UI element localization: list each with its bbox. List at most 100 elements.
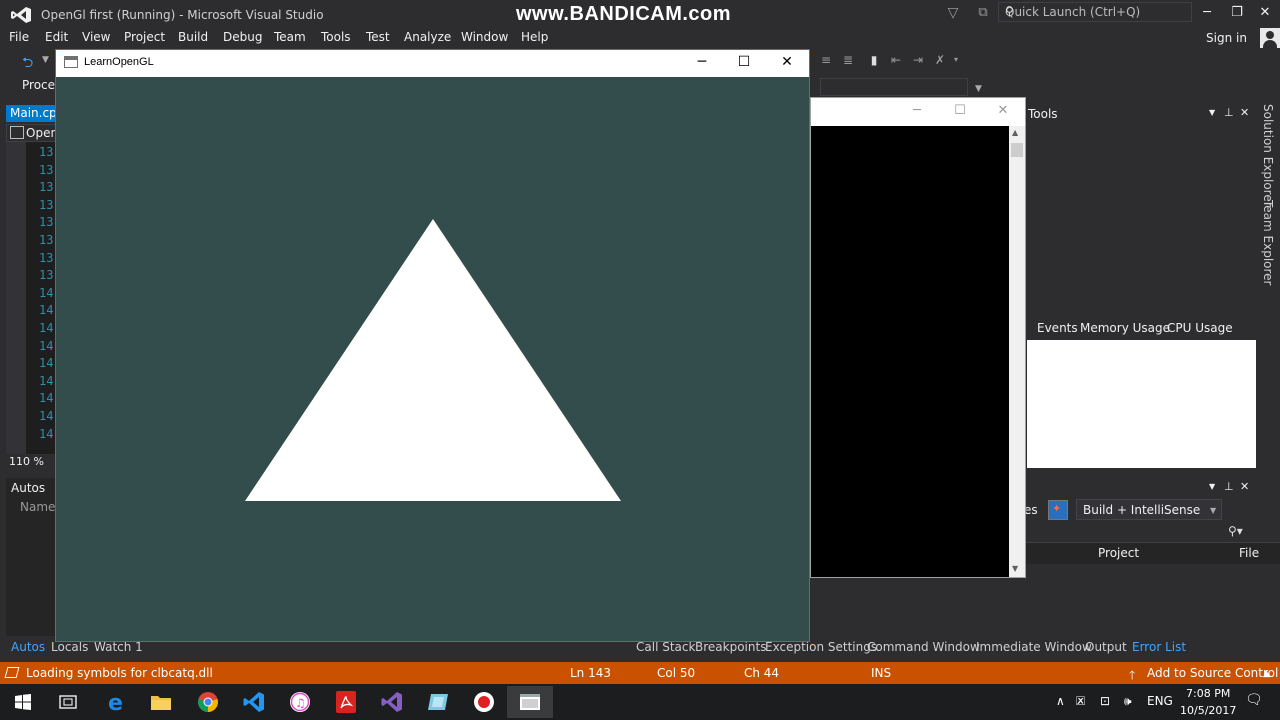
zoom-level[interactable]: 110 % [9, 455, 44, 468]
line-number: 13 [39, 197, 54, 212]
feedback-icon[interactable]: ⧉ [974, 4, 992, 22]
console-minimize-button[interactable]: ─ [905, 101, 929, 121]
menu-view[interactable]: View [82, 30, 110, 44]
autos-name-column[interactable]: Name [20, 500, 55, 514]
chevron-up-icon[interactable]: ▲ [1263, 669, 1270, 679]
action-center-icon[interactable]: 🗨 [1245, 692, 1263, 708]
windows-start-icon[interactable] [0, 686, 46, 718]
console-output[interactable] [811, 126, 1009, 577]
tab-call-stack[interactable]: Call Stack [636, 640, 695, 654]
add-to-source-control-button[interactable]: Add to Source Control [1147, 666, 1278, 680]
status-insert-mode[interactable]: INS [871, 666, 891, 680]
itunes-icon[interactable]: ♫ [277, 686, 323, 718]
vscode-icon[interactable] [231, 686, 277, 718]
tab-events[interactable]: Events [1037, 321, 1078, 335]
chevron-down-icon[interactable]: ▼ [975, 84, 982, 94]
clear-bookmarks-icon[interactable]: ✗ [932, 52, 948, 68]
tab-locals[interactable]: Locals [51, 640, 88, 654]
close-icon[interactable]: ✕ [1240, 480, 1249, 493]
indent-icon[interactable]: ≡ [818, 52, 834, 68]
tab-immediate-window[interactable]: Immediate Window [976, 640, 1092, 654]
volume-icon[interactable]: 🕪 [1124, 694, 1132, 709]
record-icon[interactable] [461, 686, 507, 718]
menu-window[interactable]: Window [461, 30, 508, 44]
menu-help[interactable]: Help [521, 30, 548, 44]
navigate-back-icon[interactable]: ⮌ [22, 52, 33, 76]
console-scrollbar[interactable] [1009, 126, 1025, 577]
menu-analyze[interactable]: Analyze [404, 30, 451, 44]
notification-filter-icon[interactable]: ▽ [944, 4, 962, 22]
search-icon[interactable]: ⚲▾ [1228, 524, 1243, 538]
gl-close-button[interactable]: ✕ [764, 51, 810, 73]
tab-watch-1[interactable]: Watch 1 [94, 640, 143, 654]
vs-close-button[interactable]: ✕ [1254, 3, 1276, 23]
tab-exception-settings[interactable]: Exception Settings [765, 640, 877, 654]
chevron-down-icon[interactable]: ▼ [1210, 506, 1216, 515]
language-indicator[interactable]: ENG [1147, 694, 1173, 708]
menu-debug[interactable]: Debug [223, 30, 262, 44]
tab-autos[interactable]: Autos [11, 640, 45, 654]
gl-maximize-button[interactable]: ☐ [721, 51, 767, 73]
chevron-up-icon[interactable]: ▲ [1012, 128, 1018, 137]
column-project[interactable]: Project [1098, 546, 1139, 560]
tab-cpu-usage[interactable]: CPU Usage [1167, 321, 1233, 335]
tab-breakpoints[interactable]: Breakpoints [695, 640, 766, 654]
menu-team[interactable]: Team [274, 30, 306, 44]
bookmark-icon[interactable]: ▮ [866, 52, 882, 68]
line-number: 14 [39, 285, 54, 300]
menu-tools[interactable]: Tools [321, 30, 351, 44]
app-icon[interactable] [415, 686, 461, 718]
tab-error-list[interactable]: Error List [1132, 640, 1186, 654]
search-icon: ⚲ [1005, 4, 1014, 18]
pane-dropdown-icon[interactable]: ▼ [1209, 108, 1215, 117]
tab-output[interactable]: Output [1085, 640, 1127, 654]
pin-icon[interactable]: ⊥ [1224, 480, 1234, 493]
console-close-button[interactable]: ✕ [991, 101, 1015, 121]
pane-dropdown-icon[interactable]: ▼ [1209, 482, 1215, 491]
outdent-icon[interactable]: ≣ [840, 52, 856, 68]
quick-launch-placeholder: Quick Launch (Ctrl+Q) [1005, 5, 1141, 19]
error-filter-icon[interactable] [1048, 500, 1068, 520]
menu-build[interactable]: Build [178, 30, 208, 44]
white-triangle [245, 219, 621, 501]
chrome-icon[interactable] [185, 686, 231, 718]
console-maximize-button[interactable]: ☐ [948, 101, 972, 121]
tab-main-cpp[interactable]: Main.cpp [6, 105, 58, 122]
console-scroll-thumb[interactable] [1011, 143, 1023, 157]
sign-in-link[interactable]: Sign in [1206, 31, 1247, 45]
prev-bookmark-icon[interactable]: ⇤ [888, 52, 904, 68]
column-file[interactable]: File [1239, 546, 1259, 560]
menu-test[interactable]: Test [366, 30, 390, 44]
pin-icon[interactable]: ⊥ [1224, 106, 1234, 119]
vs-restore-button[interactable]: ❐ [1226, 3, 1248, 23]
clock-date[interactable]: 10/5/2017 [1180, 704, 1236, 717]
vs-minimize-button[interactable]: ─ [1196, 3, 1218, 23]
tab-command-window[interactable]: Command Window [867, 640, 980, 654]
gl-minimize-button[interactable]: ─ [679, 51, 725, 73]
input-method-icon[interactable]: 🗷 [1076, 694, 1085, 709]
task-view-icon[interactable] [45, 686, 91, 718]
account-icon[interactable] [1260, 28, 1280, 48]
tab-memory-usage[interactable]: Memory Usage [1080, 321, 1170, 335]
opengl-canvas[interactable] [56, 77, 809, 641]
chevron-down-icon[interactable]: ▼ [42, 55, 49, 65]
quick-launch-input[interactable]: Quick Launch (Ctrl+Q) ⚲ [998, 2, 1192, 22]
menu-file[interactable]: File [9, 30, 29, 44]
tab-team-explorer[interactable]: Team Explorer [1261, 200, 1275, 286]
stack-frame-combo[interactable] [820, 78, 968, 96]
close-icon[interactable]: ✕ [1240, 106, 1249, 119]
console-app-icon[interactable] [507, 686, 553, 718]
edge-icon[interactable]: e [93, 686, 139, 718]
network-icon[interactable]: ⊡ [1100, 694, 1110, 708]
next-bookmark-icon[interactable]: ⇥ [910, 52, 926, 68]
file-explorer-icon[interactable] [138, 686, 184, 718]
menu-edit[interactable]: Edit [45, 30, 68, 44]
acrobat-icon[interactable] [323, 686, 369, 718]
tab-solution-explorer[interactable]: Solution Explorer [1261, 104, 1275, 207]
clock-time[interactable]: 7:08 PM [1186, 687, 1230, 700]
chevron-up-icon[interactable]: ∧ [1056, 694, 1065, 708]
visual-studio-icon[interactable] [369, 686, 415, 718]
menu-project[interactable]: Project [124, 30, 165, 44]
chevron-down-icon[interactable]: ▼ [1012, 564, 1018, 573]
toolbar-overflow-icon[interactable]: ▾ [948, 52, 964, 68]
